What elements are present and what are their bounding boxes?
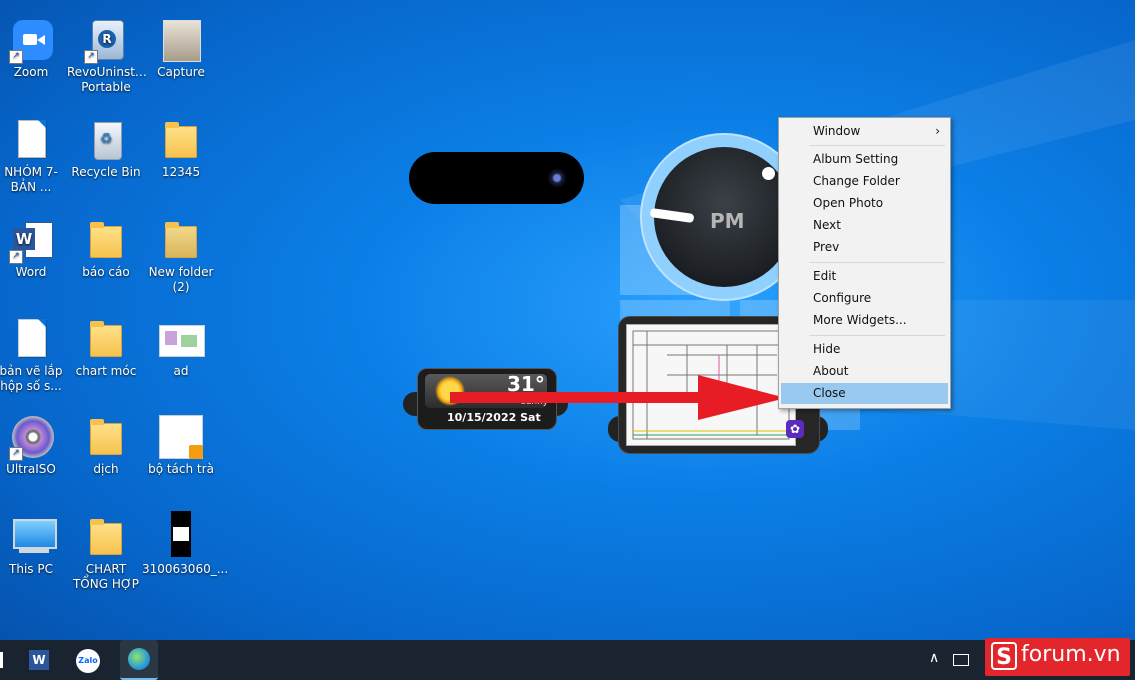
- desktop-icon-label: CHART TỔNG HỢP: [72, 562, 140, 591]
- image-thumbnail-icon: [161, 511, 201, 559]
- shortcut-arrow-icon: ↗: [9, 50, 23, 64]
- tray-chevron-icon[interactable]: ∧: [929, 650, 939, 666]
- document-icon: [11, 118, 51, 162]
- folder-icon: [86, 515, 126, 559]
- globe-icon: [128, 648, 150, 670]
- desktop-icon-bo-tach-tra[interactable]: bộ tách trà: [142, 415, 220, 477]
- desktop-icon-label: Zoom: [13, 65, 49, 79]
- clock-period: PM: [710, 209, 745, 233]
- desktop-icon-label: RevoUninst… Portable: [67, 65, 147, 94]
- taskbar-edge-marker: [0, 652, 3, 668]
- desktop-icon-label: NHÓM 7-BẢN ...: [4, 165, 58, 194]
- desktop-icon-12345[interactable]: 12345: [142, 118, 220, 180]
- menu-item-configure[interactable]: Configure: [781, 288, 948, 309]
- menu-item-window[interactable]: Window ›: [781, 121, 948, 142]
- menu-item-album-setting[interactable]: Album Setting: [781, 149, 948, 170]
- desktop-icon-zoom[interactable]: ↗ Zoom: [0, 18, 70, 80]
- menu-separator: [809, 145, 945, 146]
- menu-item-more-widgets[interactable]: More Widgets...: [781, 310, 948, 331]
- desktop-icon-dich[interactable]: dịch: [67, 415, 145, 477]
- taskbar-word-button[interactable]: W: [26, 646, 54, 674]
- folder-icon: [161, 218, 201, 262]
- desktop-icon-this-pc[interactable]: This PC: [0, 515, 70, 577]
- desktop-icon-label: This PC: [9, 562, 53, 576]
- sforum-logo-icon: S: [991, 642, 1017, 670]
- camera-lens-icon: [547, 168, 567, 188]
- desktop-icon-label: Capture: [157, 65, 205, 79]
- zalo-icon: Zalo: [76, 649, 100, 673]
- image-thumbnail-icon: [159, 415, 203, 459]
- folder-icon: [86, 415, 126, 459]
- desktop-icon-label: Word: [15, 265, 47, 279]
- menu-item-change-folder[interactable]: Change Folder: [781, 171, 948, 192]
- desktop-icon-label: bộ tách trà: [148, 462, 214, 476]
- battery-icon[interactable]: [953, 654, 969, 666]
- taskbar-zalo-button[interactable]: Zalo: [74, 646, 102, 674]
- desktop-icon-word[interactable]: W ↗ Word: [0, 218, 70, 280]
- document-icon: [11, 317, 51, 361]
- submenu-arrow-icon: ›: [935, 124, 940, 138]
- word-icon: W: [29, 650, 49, 670]
- desktop-icon-revouninstaller[interactable]: R ↗ RevoUninst… Portable: [67, 18, 147, 95]
- menu-item-prev[interactable]: Prev: [781, 237, 948, 258]
- shortcut-arrow-icon: ↗: [9, 447, 23, 461]
- desktop-icon-label: 310063060_...: [142, 562, 229, 576]
- taskbar-widgets-button[interactable]: [120, 640, 158, 680]
- folder-icon: [86, 218, 126, 262]
- watermark-badge: S forum.vn: [985, 638, 1130, 676]
- disc-icon: ↗: [9, 415, 54, 461]
- clock-dot: [762, 167, 775, 180]
- star-badge-icon: ✿: [786, 420, 804, 438]
- desktop-icon-label: New folder (2): [148, 265, 214, 294]
- menu-item-open-photo[interactable]: Open Photo: [781, 193, 948, 214]
- image-thumbnail-icon: [161, 18, 201, 62]
- desktop-icon-bao-cao[interactable]: báo cáo: [67, 218, 145, 280]
- desktop-icon-chart-moc[interactable]: chart móc: [67, 317, 145, 379]
- desktop-icon-ban-ve[interactable]: bản vẽ lắp hộp số s...: [0, 317, 70, 394]
- desktop-icon-ultraiso[interactable]: ↗ UltraISO: [0, 415, 70, 477]
- desktop-icon-capture[interactable]: Capture: [142, 18, 220, 80]
- desktop-icon-chart-tong-hop[interactable]: CHART TỔNG HỢP: [67, 515, 145, 592]
- desktop-icon-label: ad: [173, 364, 189, 378]
- desktop-icon-recycle-bin[interactable]: ♻ Recycle Bin: [67, 118, 145, 180]
- desktop-icon-label: dịch: [93, 462, 119, 476]
- zoom-icon: ↗: [9, 18, 53, 64]
- desktop-icon-label: Recycle Bin: [71, 165, 141, 179]
- monitor-icon: [11, 515, 57, 559]
- desktop-icon-ad[interactable]: ad: [142, 317, 220, 379]
- desktop-icon-label: bản vẽ lắp hộp số s...: [0, 364, 63, 393]
- widget-context-menu: Window › Album Setting Change Folder Ope…: [778, 117, 951, 409]
- desktop-icon-label: báo cáo: [82, 265, 130, 279]
- menu-separator: [809, 262, 945, 263]
- desktop-icon-310063060[interactable]: 310063060_...: [142, 511, 229, 577]
- menu-item-hide[interactable]: Hide: [781, 339, 948, 360]
- annotation-arrow: [450, 375, 786, 420]
- desktop-icon-label: chart móc: [75, 364, 137, 378]
- desktop-icon-nhom[interactable]: NHÓM 7-BẢN ...: [0, 118, 70, 195]
- recycle-bin-icon: ♻: [86, 118, 126, 162]
- revo-uninstaller-icon: R ↗: [84, 18, 126, 64]
- folder-icon: [86, 317, 126, 361]
- image-thumbnail-icon: [159, 317, 205, 361]
- word-icon: W ↗: [9, 218, 53, 264]
- taskbar: W Zalo ∧ S forum.vn: [0, 638, 1135, 680]
- menu-separator: [809, 335, 945, 336]
- webcam-widget[interactable]: [409, 152, 584, 204]
- desktop-icon-label: 12345: [161, 165, 201, 179]
- shortcut-arrow-icon: ↗: [84, 50, 98, 64]
- desktop-icon-new-folder-2[interactable]: New folder (2): [142, 218, 220, 295]
- shortcut-arrow-icon: ↗: [9, 250, 23, 264]
- menu-item-next[interactable]: Next: [781, 215, 948, 236]
- watermark-text: forum.vn: [1021, 642, 1121, 667]
- menu-item-edit[interactable]: Edit: [781, 266, 948, 287]
- menu-item-about[interactable]: About: [781, 361, 948, 382]
- menu-item-close[interactable]: Close: [781, 383, 948, 404]
- folder-icon: [161, 118, 201, 162]
- desktop-icon-label: UltraISO: [6, 462, 56, 476]
